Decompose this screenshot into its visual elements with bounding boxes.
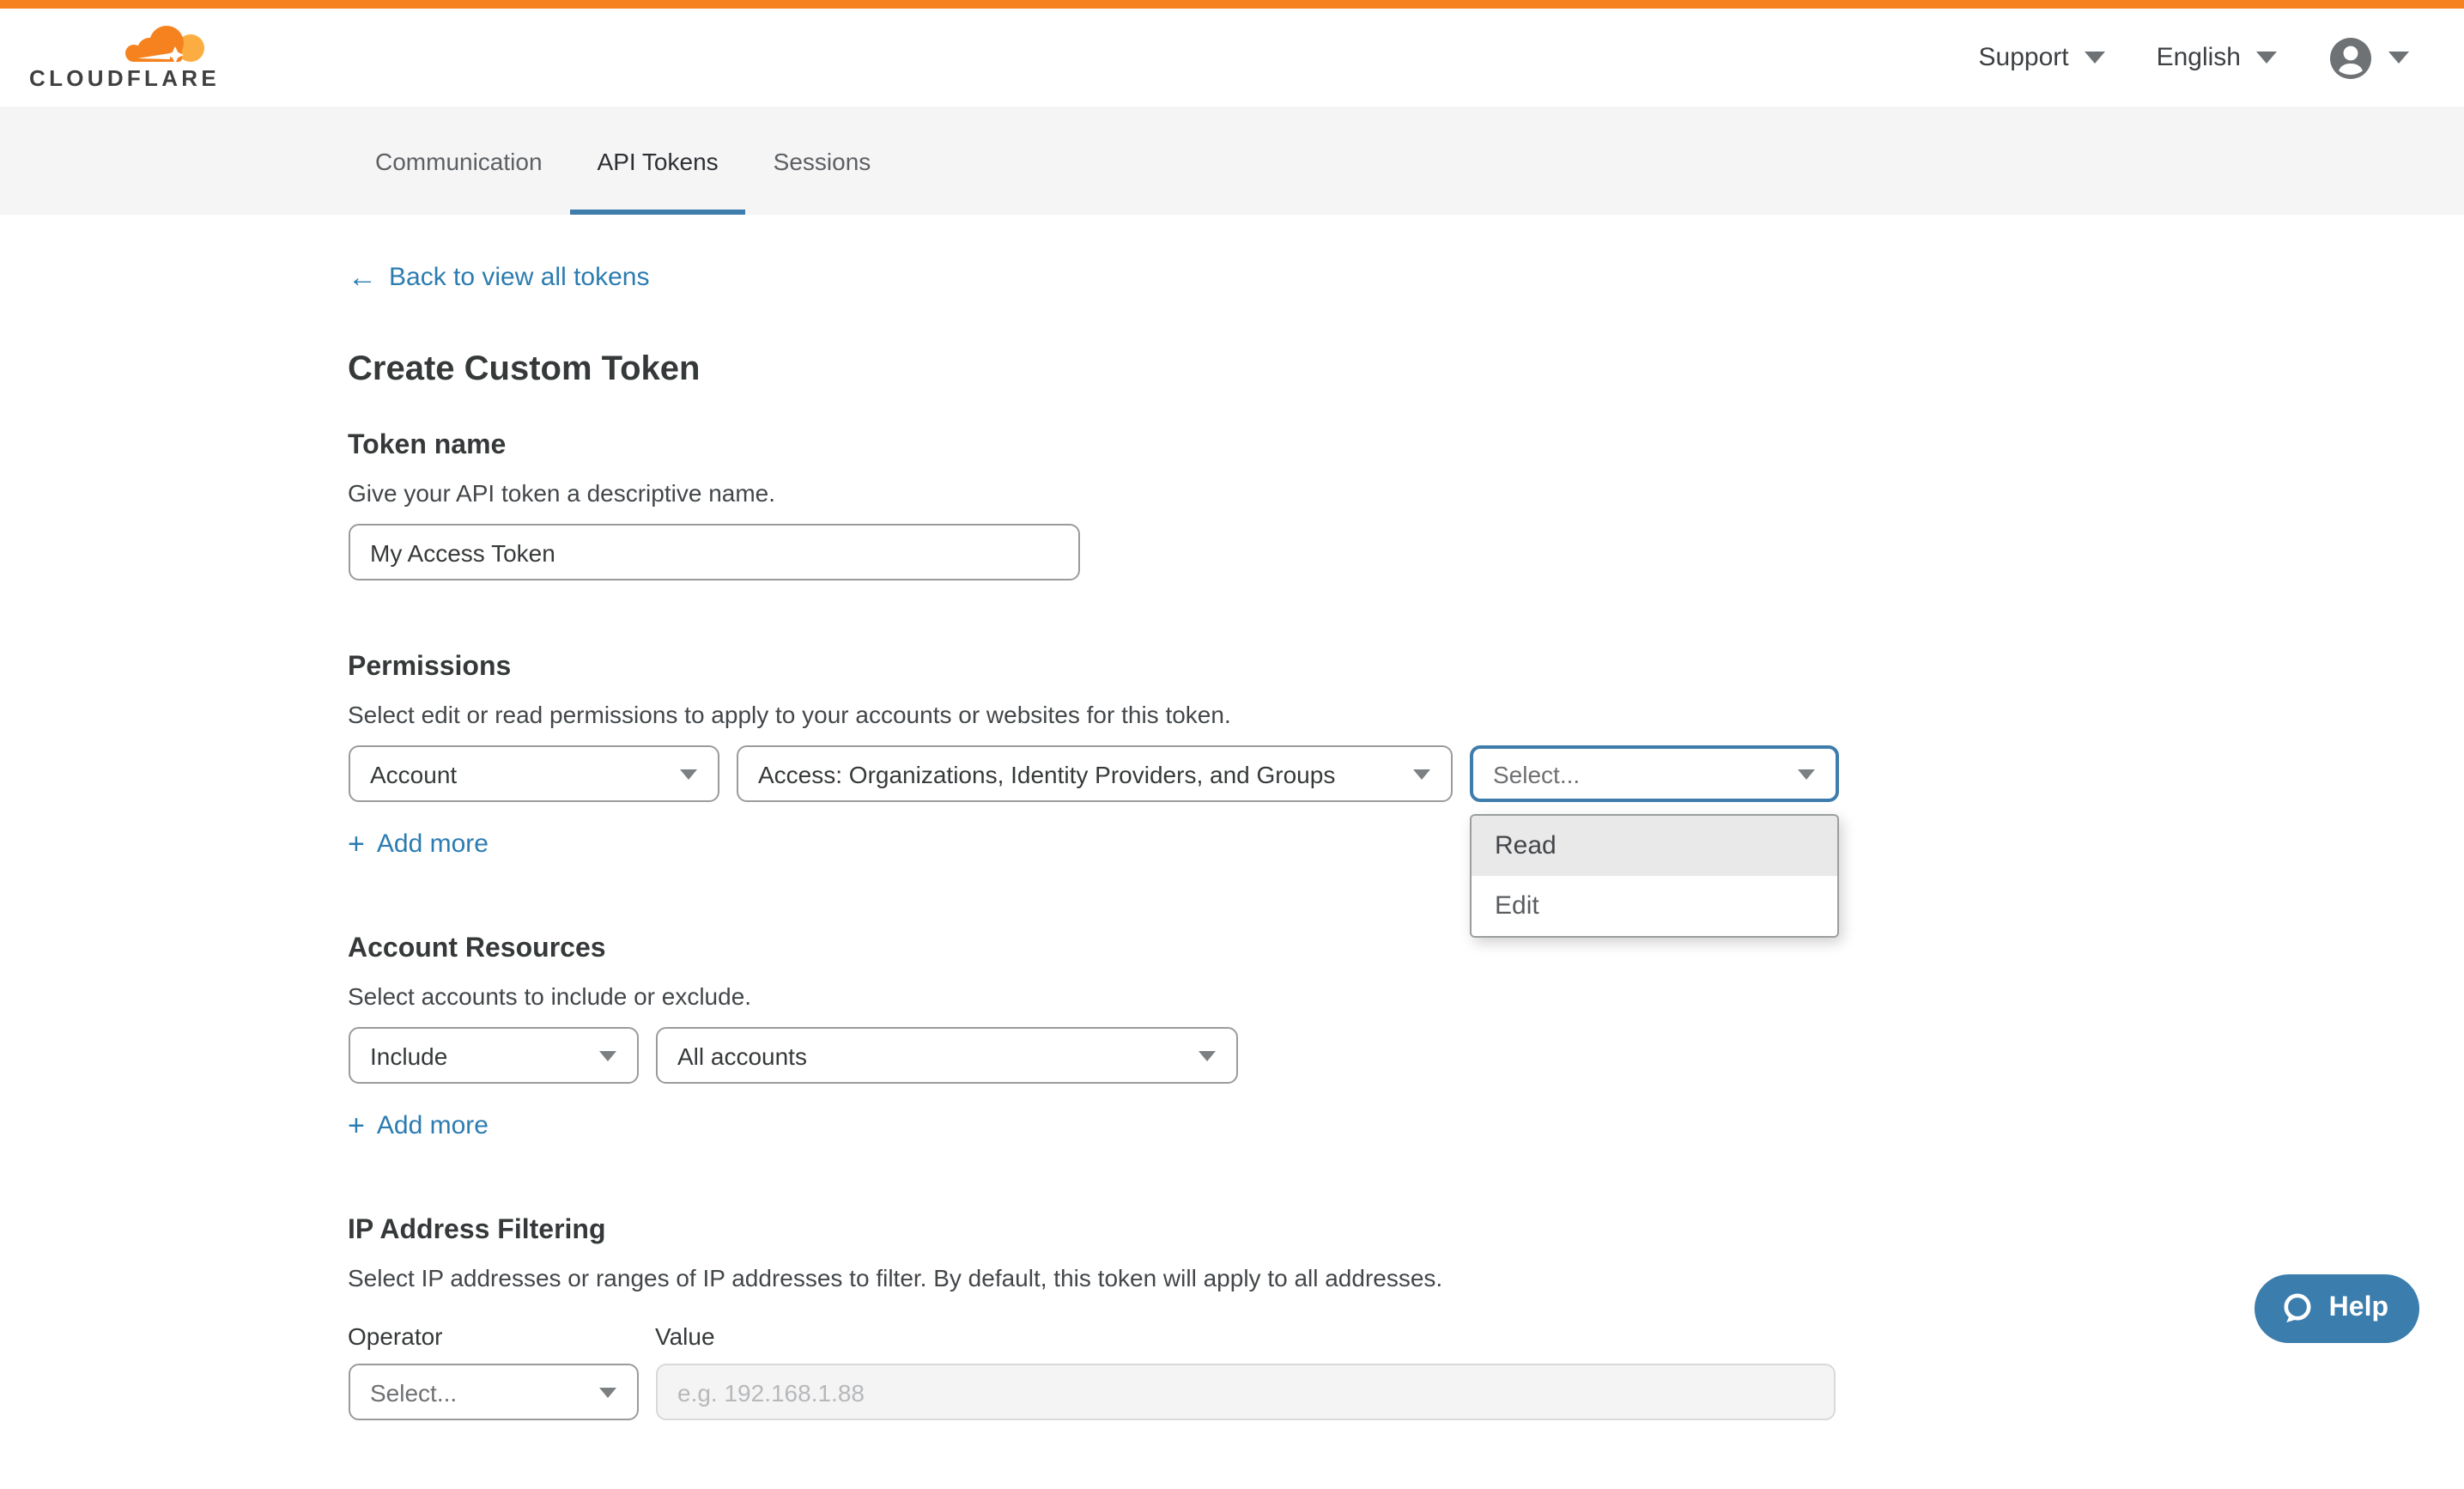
tab-api-tokens[interactable]: API Tokens [570,106,746,215]
menu-option-edit[interactable]: Edit [1471,876,1836,936]
cloudflare-wordmark: CLOUDFLARE [29,65,211,91]
permission-scope-select[interactable]: Account [348,745,719,802]
chevron-down-icon [1198,1050,1215,1061]
tab-communication[interactable]: Communication [348,106,570,215]
permissions-heading: Permissions [348,653,2116,684]
resource-accounts-value: All accounts [677,1042,807,1069]
chevron-down-icon [2388,52,2409,64]
account-menu[interactable] [2328,35,2409,80]
ip-filtering-heading: IP Address Filtering [348,1216,2116,1247]
value-label: Value [655,1322,715,1350]
chevron-down-icon [1412,769,1429,779]
account-resources-add-more-button[interactable]: + Add more [348,1111,489,1140]
plus-icon: + [348,1111,365,1140]
language-menu[interactable]: English [2157,43,2277,72]
permissions-description: Select edit or read permissions to apply… [348,701,2116,728]
tab-sessions[interactable]: Sessions [746,106,899,215]
chevron-down-icon [679,769,696,779]
token-name-description: Give your API token a descriptive name. [348,479,2116,507]
back-link-label: Back to view all tokens [389,263,650,292]
permission-scope-value: Account [370,760,457,787]
brand-accent-bar [0,0,2464,9]
ip-value-input[interactable] [655,1364,1835,1420]
chevron-down-icon [2256,52,2277,64]
account-resources-heading: Account Resources [348,934,2116,965]
chevron-down-icon [2085,52,2105,64]
token-name-input[interactable] [348,524,1079,580]
permission-level-placeholder: Select... [1493,760,1580,787]
permission-level-menu: Read Edit [1469,814,1838,938]
user-avatar-icon [2328,35,2373,80]
permission-level-select[interactable]: Select... [1469,745,1838,802]
back-link[interactable]: ← Back to view all tokens [348,263,650,292]
operator-label: Operator [348,1322,638,1350]
ip-operator-select[interactable]: Select... [348,1364,638,1420]
menu-option-read[interactable]: Read [1471,816,1836,876]
permission-group-value: Access: Organizations, Identity Provider… [758,760,1335,787]
tab-bar: Communication API Tokens Sessions [0,106,2464,215]
support-menu-label: Support [1979,43,2069,72]
cloudflare-cloud-icon [115,24,208,64]
chevron-down-icon [598,1387,616,1397]
support-menu[interactable]: Support [1979,43,2105,72]
add-more-label: Add more [377,830,489,859]
resource-mode-select[interactable]: Include [348,1027,638,1084]
chat-bubble-icon [2281,1291,2315,1326]
permissions-add-more-button[interactable]: + Add more [348,830,489,859]
ip-filtering-description: Select IP addresses or ranges of IP addr… [348,1264,2116,1291]
account-resources-description: Select accounts to include or exclude. [348,982,2116,1010]
page-title: Create Custom Token [348,350,2116,390]
plus-icon: + [348,830,365,859]
add-more-label: Add more [377,1111,489,1140]
chevron-down-icon [1797,769,1814,779]
language-menu-label: English [2157,43,2241,72]
back-arrow-icon: ← [348,263,377,292]
ip-operator-placeholder: Select... [370,1378,457,1406]
chevron-down-icon [598,1050,616,1061]
resource-accounts-select[interactable]: All accounts [655,1027,1237,1084]
resource-mode-value: Include [370,1042,447,1069]
permission-group-select[interactable]: Access: Organizations, Identity Provider… [736,745,1452,802]
help-button-label: Help [2329,1293,2388,1324]
token-name-heading: Token name [348,431,2116,462]
cloudflare-logo[interactable]: CLOUDFLARE [29,24,211,91]
help-button[interactable]: Help [2255,1274,2419,1343]
header: CLOUDFLARE Support English [0,9,2464,106]
